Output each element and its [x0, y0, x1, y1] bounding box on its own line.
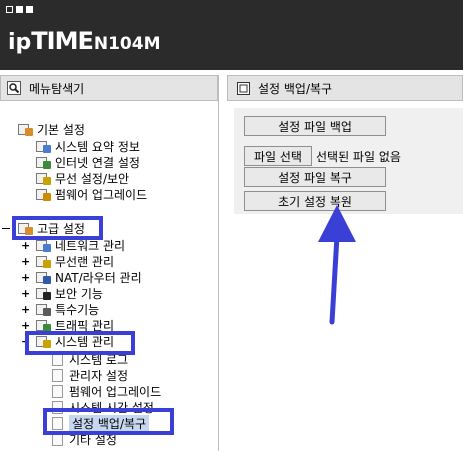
menu-explorer-title: 메뉴탐색기 [29, 81, 85, 96]
tree-node-advanced-item-4[interactable]: + 특수기능 [21, 301, 100, 317]
menu-item-icon [36, 271, 51, 284]
tree-connector [2, 228, 10, 229]
tree-node-advanced-item-1[interactable]: + 무선랜 관리 [21, 253, 115, 269]
expand-icon[interactable]: + [21, 287, 30, 300]
tree-node-label: 펌웨어 업그레이드 [69, 384, 162, 399]
search-icon [7, 81, 21, 95]
tree-node-basic-item-1[interactable]: 인터넷 연결 설정 [36, 154, 140, 170]
choose-file-button[interactable]: 파일 선택 [244, 146, 312, 166]
expand-icon[interactable]: + [21, 303, 30, 316]
tree-node-advanced-item-2[interactable]: + NAT/라우터 관리 [21, 269, 142, 285]
tree-node-label: 무선 설정/보안 [55, 171, 130, 186]
tree-node-label: 관리자 설정 [69, 368, 129, 383]
backup-restore-highlight [43, 408, 174, 435]
tree-node-basic-item-0[interactable]: 시스템 요약 정보 [36, 138, 140, 154]
menu-explorer-pane: 메뉴탐색기 기본 설정 시스템 요약 정보 인터넷 연결 설정 무선 설정/보안 펌웨어… [0, 75, 219, 451]
menu-item-icon [36, 140, 51, 153]
no-file-label: 선택된 파일 없음 [316, 150, 401, 164]
menu-item-icon [36, 188, 51, 201]
factory-reset-button[interactable]: 초기 설정 복원 [244, 191, 386, 211]
expand-icon[interactable]: + [21, 271, 30, 284]
menu-item-icon [36, 156, 51, 169]
window-controls [6, 6, 33, 13]
window-control-icon[interactable] [6, 6, 13, 13]
menu-item-icon [36, 255, 51, 268]
content-header: 설정 백업/복구 [227, 75, 463, 101]
tree-node-label: 펌웨어 업그레이드 [55, 187, 148, 202]
menu-item-icon [36, 319, 51, 332]
folder-icon [18, 123, 33, 136]
tree-node-basic-item-2[interactable]: 무선 설정/보안 [36, 170, 129, 186]
backup-settings-button[interactable]: 설정 파일 백업 [244, 116, 386, 136]
tree-node-basic-item-3[interactable]: 펌웨어 업그레이드 [36, 186, 147, 202]
menu-item-icon [36, 239, 51, 252]
window-icon [236, 81, 250, 95]
restore-settings-button[interactable]: 설정 파일 복구 [244, 167, 386, 187]
page-icon [52, 384, 63, 398]
menu-explorer-header: 메뉴탐색기 [0, 75, 218, 101]
tree-node-label: 인터넷 연결 설정 [55, 155, 140, 170]
window-control-icon[interactable] [16, 6, 23, 13]
tree-node-system-item-1[interactable]: 관리자 설정 [52, 367, 128, 383]
tree-node-label: NAT/라우터 관리 [55, 270, 142, 285]
tree-node-system-item-2[interactable]: 펌웨어 업그레이드 [52, 383, 161, 399]
app-header: ipTIMEN104M [0, 0, 463, 70]
expand-icon[interactable]: + [21, 239, 30, 252]
tree-node-advanced-item-3[interactable]: + 보안 기능 [21, 285, 103, 301]
tree-node-label: 특수기능 [55, 302, 100, 317]
advanced-settings-highlight [12, 216, 103, 240]
logo-time: TIME [31, 27, 94, 55]
menu-item-icon [36, 303, 51, 316]
iptime-logo: ipTIMEN104M [8, 29, 161, 54]
logo-ip: ip [8, 30, 32, 55]
page-icon [52, 368, 63, 382]
tree-node-label: 보안 기능 [55, 286, 103, 301]
content-title: 설정 백업/복구 [258, 81, 333, 96]
tree-node-label: 무선랜 관리 [55, 254, 115, 269]
menu-item-icon [36, 287, 51, 300]
system-management-highlight [25, 331, 135, 355]
tree-node-label: 시스템 요약 정보 [55, 139, 140, 154]
tree-node-label: 기본 설정 [37, 122, 85, 137]
window-control-icon[interactable] [26, 6, 33, 13]
expand-icon[interactable]: + [21, 319, 30, 332]
logo-model: N104M [93, 34, 161, 54]
menu-item-icon [36, 172, 51, 185]
tree-node-basic-settings-folder[interactable]: 기본 설정 [18, 121, 85, 137]
expand-icon[interactable]: + [21, 255, 30, 268]
